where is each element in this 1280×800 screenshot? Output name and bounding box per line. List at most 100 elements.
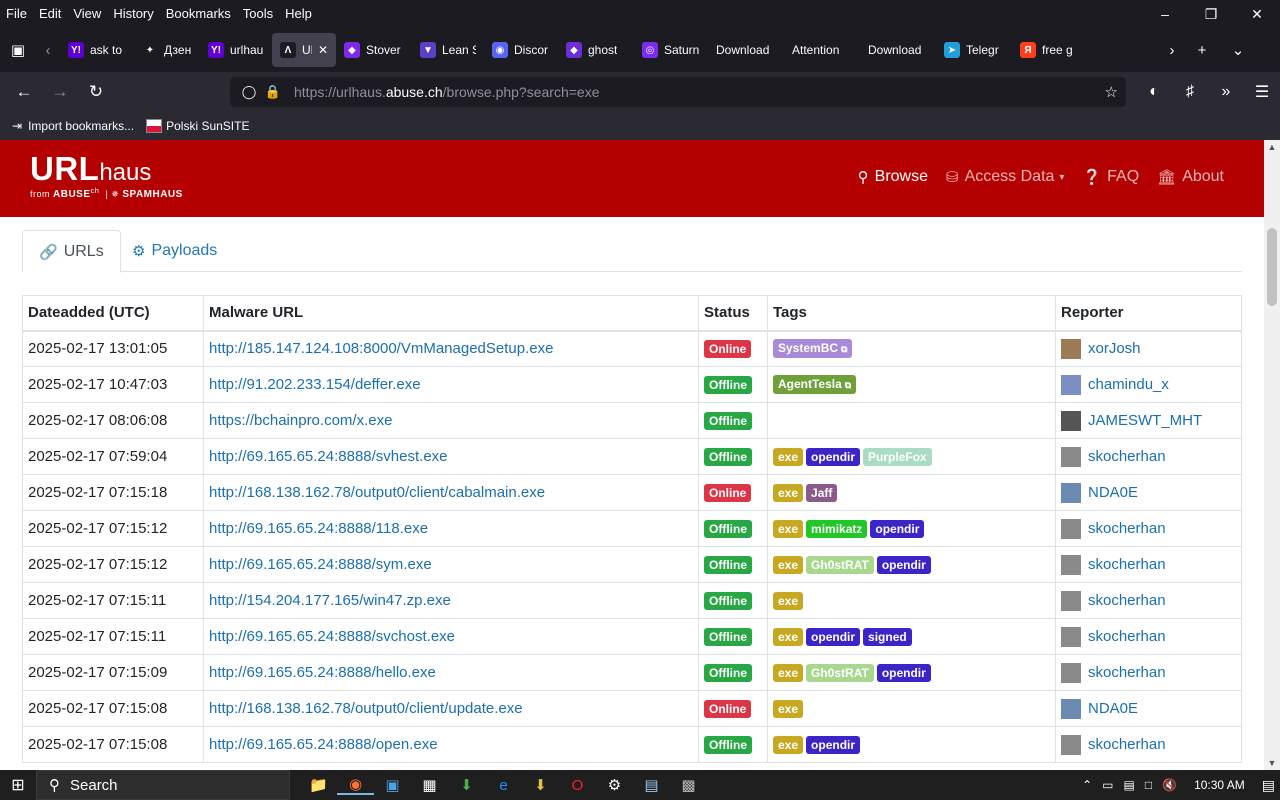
- firefox-icon[interactable]: ◉: [337, 775, 374, 795]
- tray-network-icon[interactable]: ▤: [1124, 778, 1135, 792]
- downloads-icon[interactable]: ⬇: [522, 776, 559, 794]
- notifications-icon[interactable]: ▤: [1262, 777, 1275, 794]
- tray-display-icon[interactable]: ▭: [1102, 778, 1113, 792]
- malware-url-link[interactable]: https://bchainpro.com/x.exe: [209, 412, 392, 429]
- tag-badge[interactable]: opendir: [876, 555, 931, 574]
- tag-badge[interactable]: exe: [773, 735, 804, 754]
- tag-badge[interactable]: SystemBC ⧉: [773, 339, 853, 359]
- browser-tab[interactable]: ✦ Дзен: [134, 33, 200, 67]
- close-tab-icon[interactable]: ✕: [318, 43, 328, 57]
- opera-icon[interactable]: O: [559, 777, 596, 794]
- tag-badge[interactable]: exe: [773, 699, 804, 718]
- malware-url-link[interactable]: http://69.165.65.24:8888/sym.exe: [209, 556, 432, 573]
- page-scrollbar[interactable]: ▲ ▼: [1264, 140, 1280, 770]
- menu-view[interactable]: View: [67, 6, 107, 21]
- tag-badge[interactable]: exe: [773, 555, 804, 574]
- taskbar-clock[interactable]: 10:30 AM: [1194, 778, 1245, 792]
- reporter-link[interactable]: skocherhan: [1088, 520, 1166, 537]
- col-dateadded[interactable]: Dateadded (UTC): [22, 295, 204, 332]
- app-icon-2[interactable]: ⬇: [448, 776, 485, 794]
- browser-tab[interactable]: Y! urlhau: [200, 33, 272, 67]
- browser-tab[interactable]: Y! ask to: [60, 33, 134, 67]
- reporter-link[interactable]: skocherhan: [1088, 556, 1166, 573]
- urlhaus-logo[interactable]: URLhaus from ABUSEch | ✵ SPAMHAUS: [30, 150, 183, 200]
- bookmark-import[interactable]: ⇥ Import bookmarks...: [12, 119, 134, 133]
- browser-tab[interactable]: Attention: [784, 33, 860, 67]
- reporter-link[interactable]: skocherhan: [1088, 736, 1166, 753]
- tag-badge[interactable]: Gh0stRAT: [806, 555, 874, 574]
- menu-tools[interactable]: Tools: [237, 6, 279, 21]
- windows-start-icon[interactable]: ⊞: [0, 775, 36, 795]
- browser-tab[interactable]: Λ URL ✕: [272, 33, 336, 67]
- col-reporter[interactable]: Reporter: [1055, 295, 1242, 332]
- malware-url-link[interactable]: http://185.147.124.108:8000/VmManagedSet…: [209, 340, 553, 357]
- reporter-link[interactable]: skocherhan: [1088, 628, 1166, 645]
- restore-icon[interactable]: ❐: [1188, 0, 1234, 28]
- notepad-icon[interactable]: ▤: [633, 776, 670, 794]
- tag-badge[interactable]: opendir: [806, 627, 861, 646]
- tag-badge[interactable]: exe: [773, 519, 804, 538]
- app-icon-1[interactable]: ▦: [411, 776, 448, 794]
- tag-badge[interactable]: exe: [773, 447, 804, 466]
- browser-tab[interactable]: Download: [708, 33, 784, 67]
- tag-badge[interactable]: opendir: [870, 519, 925, 538]
- col-malware-url[interactable]: Malware URL: [203, 295, 699, 332]
- col-status[interactable]: Status: [698, 295, 768, 332]
- reporter-link[interactable]: chamindu_x: [1088, 376, 1169, 393]
- forward-icon[interactable]: →: [42, 82, 78, 102]
- reporter-link[interactable]: xorJosh: [1088, 340, 1141, 357]
- tag-badge[interactable]: opendir: [806, 735, 861, 754]
- scroll-thumb[interactable]: [1267, 228, 1277, 306]
- tag-badge[interactable]: AgentTesla ⧉: [773, 375, 857, 394]
- malware-url-link[interactable]: http://91.202.233.154/deffer.exe: [209, 376, 421, 393]
- tag-badge[interactable]: exe: [773, 591, 804, 610]
- tab-payloads[interactable]: ⚙ Payloads: [116, 230, 233, 272]
- bookmark-polski-sunsite[interactable]: Polski SunSITE: [146, 119, 249, 133]
- reporter-link[interactable]: NDA0E: [1088, 700, 1138, 717]
- tab-urls[interactable]: 🔗 URLs: [22, 230, 121, 273]
- shield-icon[interactable]: ◯: [238, 84, 260, 100]
- tray-volume-muted-icon[interactable]: 🔇: [1162, 778, 1177, 792]
- back-icon[interactable]: ←: [6, 82, 42, 102]
- internet-explorer-icon[interactable]: e: [485, 777, 522, 794]
- reporter-link[interactable]: skocherhan: [1088, 664, 1166, 681]
- tag-badge[interactable]: PurpleFox: [863, 447, 932, 466]
- list-all-tabs-icon[interactable]: ⌄: [1220, 41, 1256, 59]
- menu-history[interactable]: History: [107, 6, 159, 21]
- nav-faq[interactable]: ❔ FAQ: [1082, 168, 1139, 186]
- tag-badge[interactable]: opendir: [806, 447, 861, 466]
- sync-icon[interactable]: ◐: [1136, 83, 1172, 101]
- menu-hamburger-icon[interactable]: ☰: [1244, 82, 1280, 102]
- malware-url-link[interactable]: http://168.138.162.78/output0/client/upd…: [209, 700, 523, 717]
- overflow-icon[interactable]: »: [1208, 83, 1244, 101]
- tab-overview-icon[interactable]: ▣: [0, 41, 36, 59]
- nav-browse[interactable]: ⚲ Browse: [858, 168, 928, 186]
- browser-tab[interactable]: ▼ Lean S: [412, 33, 484, 67]
- tabs-scroll-right-icon[interactable]: ›: [1160, 42, 1184, 59]
- bookmark-star-icon[interactable]: ☆: [1105, 83, 1118, 101]
- menu-bookmarks[interactable]: Bookmarks: [160, 6, 237, 21]
- settings-icon[interactable]: ⚙: [596, 776, 633, 794]
- scroll-up-icon[interactable]: ▲: [1264, 142, 1280, 152]
- browser-tab[interactable]: ➤ Telegr: [936, 33, 1012, 67]
- malware-url-link[interactable]: http://69.165.65.24:8888/hello.exe: [209, 664, 436, 681]
- file-explorer-icon[interactable]: 📁: [300, 776, 337, 794]
- tag-badge[interactable]: Jaff: [806, 483, 838, 502]
- minimize-icon[interactable]: –: [1142, 0, 1188, 28]
- menu-edit[interactable]: Edit: [33, 6, 67, 21]
- reload-icon[interactable]: ↻: [78, 82, 114, 102]
- tag-badge[interactable]: mimikatz: [806, 519, 868, 538]
- malware-url-link[interactable]: http://69.165.65.24:8888/svchost.exe: [209, 628, 455, 645]
- lock-icon[interactable]: 🔒: [262, 84, 284, 100]
- col-tags[interactable]: Tags: [767, 295, 1056, 332]
- menu-file[interactable]: File: [0, 6, 33, 21]
- browser-tab[interactable]: ◆ ghost: [558, 33, 634, 67]
- tag-badge[interactable]: exe: [773, 663, 804, 682]
- remote-desktop-icon[interactable]: ▣: [374, 776, 411, 794]
- browser-tab[interactable]: ◆ Stover: [336, 33, 412, 67]
- reporter-link[interactable]: NDA0E: [1088, 484, 1138, 501]
- scroll-down-icon[interactable]: ▼: [1264, 758, 1280, 768]
- browser-tab[interactable]: ◉ Discor: [484, 33, 558, 67]
- reporter-link[interactable]: skocherhan: [1088, 592, 1166, 609]
- menu-help[interactable]: Help: [279, 6, 318, 21]
